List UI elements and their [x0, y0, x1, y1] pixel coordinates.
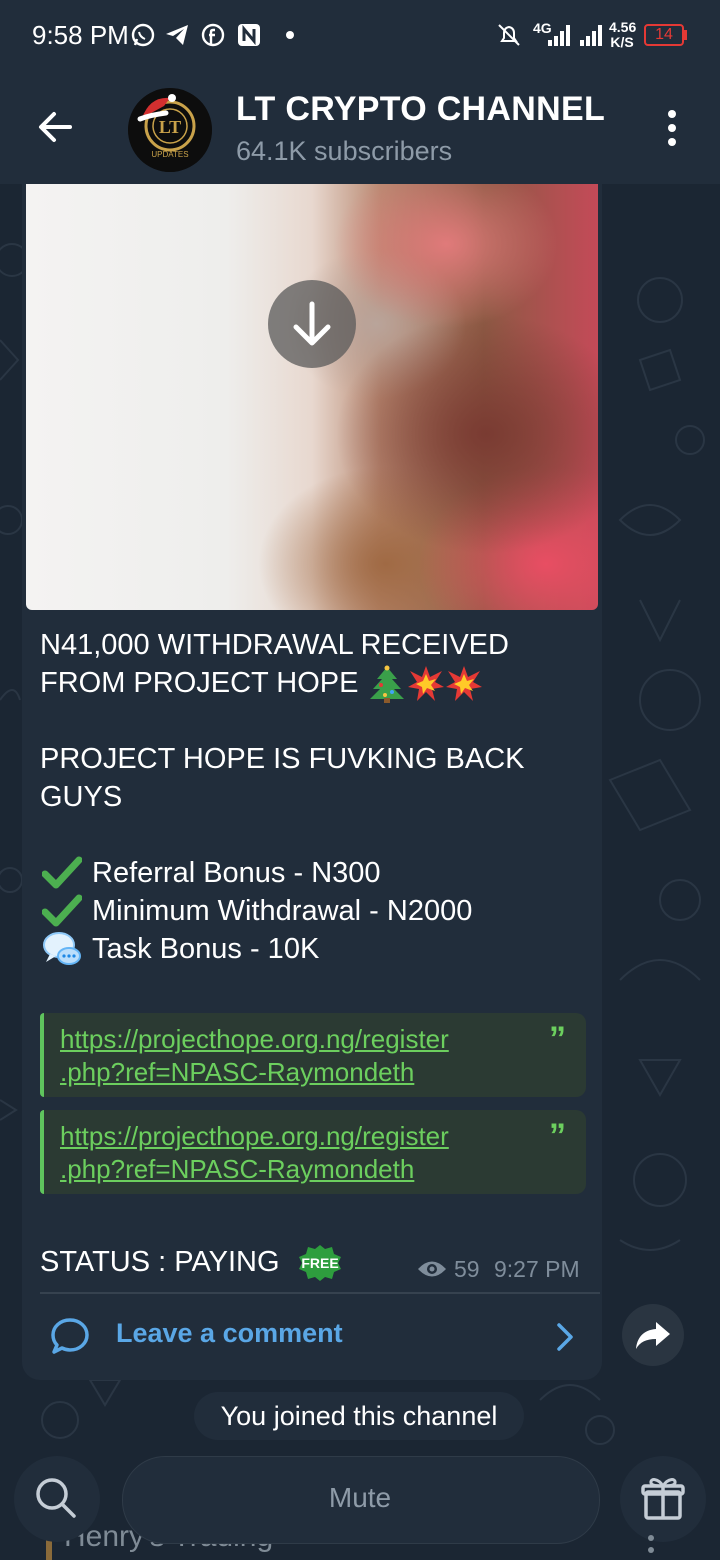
leave-comment-label: Leave a comment — [116, 1318, 343, 1348]
message-line-4: GUYS — [40, 781, 123, 813]
telegram-icon — [166, 25, 188, 45]
share-button[interactable] — [622, 1304, 684, 1366]
channel-title[interactable]: LT CRYPTO CHANNEL — [236, 90, 605, 129]
battery-tip — [684, 30, 687, 40]
notification-dot-icon — [286, 31, 294, 39]
battery-level: 14 — [655, 26, 673, 43]
speech-balloon-icon — [43, 932, 81, 965]
avatar-caption: UPDATES — [151, 150, 189, 159]
more-options-icon[interactable] — [662, 108, 682, 148]
message-line-2: FROM PROJECT HOPE — [40, 667, 359, 699]
channel-avatar[interactable]: LT — [128, 88, 212, 172]
quote-mark-icon-2: ” — [549, 1117, 566, 1155]
check-icon — [42, 856, 82, 889]
chevron-right-icon — [557, 1323, 573, 1351]
christmas-tree-icon — [369, 665, 404, 704]
gift-icon — [641, 1478, 685, 1520]
lt-logo-icon: LT — [128, 88, 212, 172]
collision-icon — [407, 666, 444, 702]
bullet-task-bonus: Task Bonus - 10K — [92, 933, 320, 965]
views-eye-icon — [418, 1261, 446, 1277]
joined-channel-notice: You joined this channel — [194, 1392, 524, 1440]
subscriber-count: 64.1K subscribers — [236, 136, 453, 166]
comment-bubble-icon — [51, 1318, 89, 1354]
back-arrow-icon[interactable] — [36, 108, 74, 146]
message-line-1: N41,000 WITHDRAWAL RECEIVED — [40, 629, 509, 661]
free-badge-icon: FREE — [298, 1244, 342, 1282]
view-count: 59 — [454, 1256, 480, 1282]
signal-2-icon — [580, 25, 602, 46]
facebook-icon — [201, 23, 225, 47]
bullet-referral-bonus: Referral Bonus - N300 — [92, 857, 381, 889]
referral-link-2-cont[interactable]: .php?ref=NPASC-Raymondeth — [60, 1153, 414, 1186]
svg-text:LT: LT — [159, 117, 181, 137]
referral-link-1-cont[interactable]: .php?ref=NPASC-Raymondeth — [60, 1056, 414, 1089]
status-time: 9:58 PM — [32, 20, 129, 50]
network-speed-value: 4.56 — [609, 19, 637, 35]
search-icon — [36, 1478, 76, 1518]
collision-icon-2 — [445, 666, 482, 702]
status-paying-line: STATUS : PAYING — [40, 1246, 280, 1278]
whatsapp-icon — [131, 23, 155, 47]
signal-icon — [548, 25, 570, 46]
comment-divider — [40, 1292, 600, 1294]
search-button[interactable] — [14, 1456, 100, 1542]
more-dots-peek-icon — [648, 1535, 654, 1553]
message-line-3: PROJECT HOPE IS FUVKING BACK — [40, 743, 525, 775]
check-icon — [42, 894, 82, 927]
share-arrow-icon — [636, 1322, 670, 1349]
network-speed-unit: K/S — [610, 34, 634, 50]
quote-mark-icon: ” — [549, 1020, 566, 1058]
download-button[interactable] — [268, 280, 356, 368]
blurred-photo[interactable] — [26, 184, 598, 610]
free-badge-label: FREE — [301, 1255, 339, 1271]
notion-icon — [238, 24, 260, 46]
download-arrow-icon — [293, 301, 331, 346]
referral-link-1[interactable]: https://projecthope.org.ng/register — [60, 1023, 449, 1056]
mute-bell-icon — [498, 24, 520, 46]
mute-label: Mute — [328, 1482, 392, 1513]
gift-button[interactable] — [620, 1456, 706, 1542]
message-line-2-row: FROM PROJECT HOPE — [40, 664, 483, 704]
bullet-minimum-withdrawal: Minimum Withdrawal - N2000 — [92, 895, 473, 927]
message-time: 9:27 PM — [494, 1256, 580, 1282]
referral-link-2[interactable]: https://projecthope.org.ng/register — [60, 1120, 449, 1153]
